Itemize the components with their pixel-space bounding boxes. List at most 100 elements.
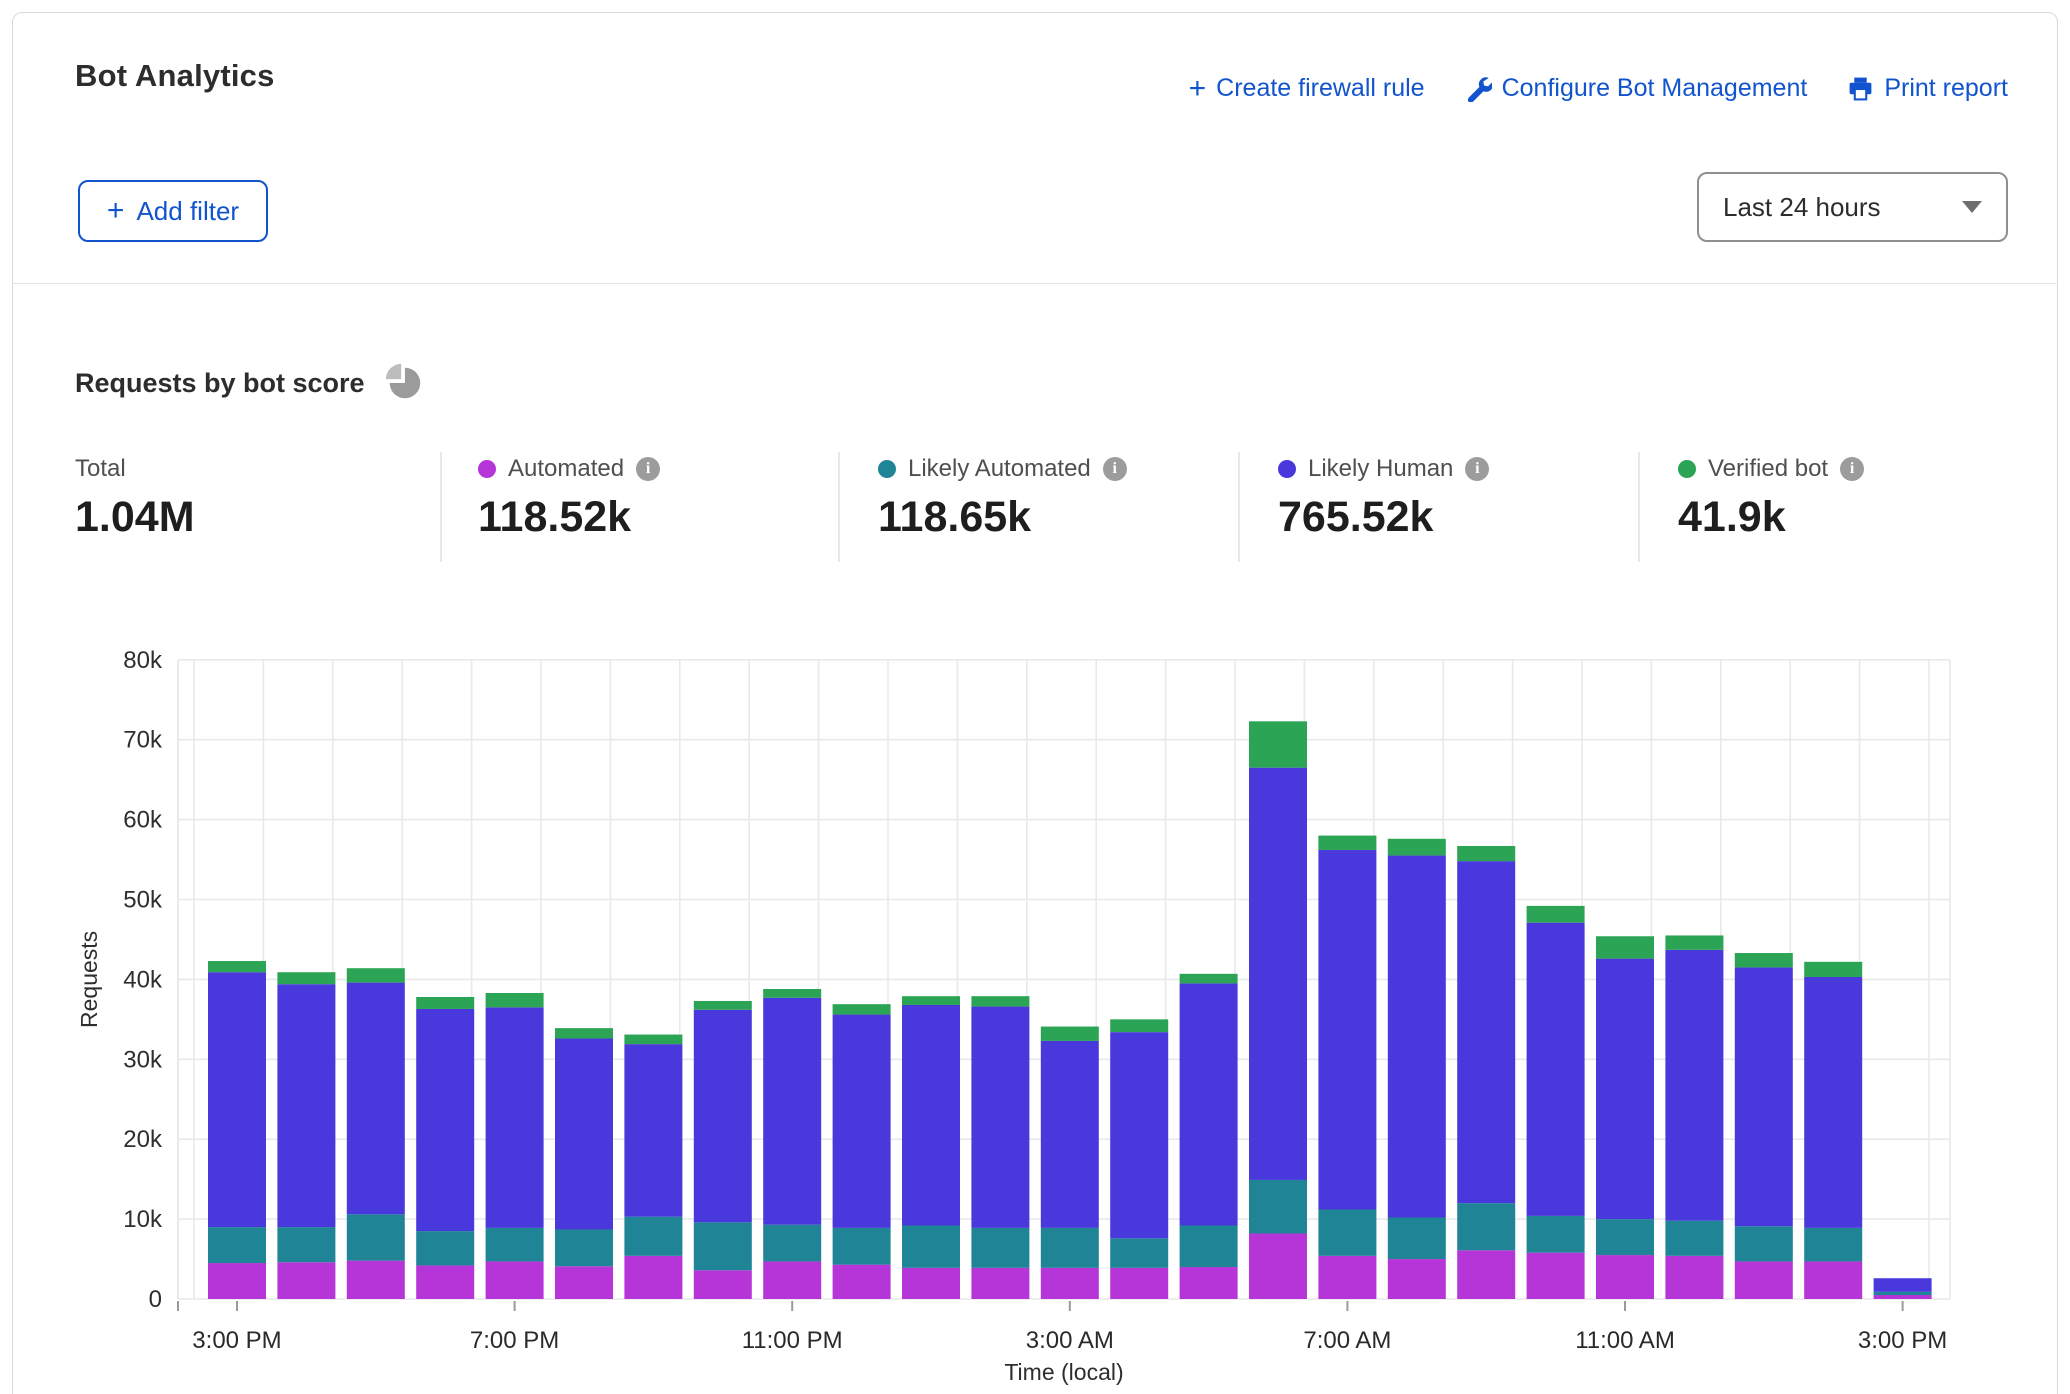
bar-segment-likely-automated[interactable] xyxy=(1527,1216,1585,1253)
bar-segment-automated[interactable] xyxy=(416,1265,474,1299)
bar-segment-likely-human[interactable] xyxy=(1874,1278,1932,1292)
bar-segment-likely-human[interactable] xyxy=(1110,1032,1168,1238)
bar-segment-automated[interactable] xyxy=(624,1256,682,1299)
bar-segment-likely-human[interactable] xyxy=(763,998,821,1225)
bar-segment-automated[interactable] xyxy=(1318,1256,1376,1299)
bar-segment-likely-human[interactable] xyxy=(347,983,405,1215)
add-filter-button[interactable]: + Add filter xyxy=(78,180,268,242)
bar-segment-likely-automated[interactable] xyxy=(347,1214,405,1260)
bar-segment-verified-bot[interactable] xyxy=(1041,1027,1099,1041)
bar-segment-verified-bot[interactable] xyxy=(1110,1019,1168,1032)
bar-segment-likely-human[interactable] xyxy=(1388,856,1446,1218)
bar-segment-verified-bot[interactable] xyxy=(277,972,335,984)
bar-segment-likely-human[interactable] xyxy=(416,1009,474,1231)
bar-segment-verified-bot[interactable] xyxy=(1457,846,1515,861)
bar-segment-likely-automated[interactable] xyxy=(1249,1180,1307,1234)
bar-segment-likely-human[interactable] xyxy=(277,984,335,1227)
bar-segment-verified-bot[interactable] xyxy=(1388,839,1446,856)
bar-segment-verified-bot[interactable] xyxy=(416,997,474,1009)
bar-segment-automated[interactable] xyxy=(1388,1259,1446,1299)
configure-bot-management-link[interactable]: Configure Bot Management xyxy=(1465,74,1808,103)
bar-segment-likely-automated[interactable] xyxy=(1041,1228,1099,1268)
bar-segment-automated[interactable] xyxy=(208,1263,266,1299)
bar-segment-likely-automated[interactable] xyxy=(1596,1219,1654,1255)
bar-segment-likely-human[interactable] xyxy=(1249,768,1307,1180)
bar-segment-likely-human[interactable] xyxy=(1804,977,1862,1228)
bar-segment-likely-automated[interactable] xyxy=(1874,1292,1932,1295)
bar-segment-likely-automated[interactable] xyxy=(277,1227,335,1262)
info-icon[interactable]: i xyxy=(1465,457,1489,481)
bar-segment-verified-bot[interactable] xyxy=(902,996,960,1005)
bar-segment-likely-automated[interactable] xyxy=(416,1231,474,1265)
bar-segment-likely-human[interactable] xyxy=(902,1005,960,1226)
bar-segment-automated[interactable] xyxy=(1665,1256,1723,1299)
bar-segment-likely-human[interactable] xyxy=(971,1007,1029,1228)
bar-segment-verified-bot[interactable] xyxy=(486,993,544,1007)
bar-segment-likely-automated[interactable] xyxy=(624,1217,682,1256)
bar-segment-automated[interactable] xyxy=(1735,1261,1793,1299)
bar-segment-likely-human[interactable] xyxy=(624,1044,682,1217)
bar-segment-likely-human[interactable] xyxy=(1527,923,1585,1216)
bar-segment-automated[interactable] xyxy=(833,1265,891,1299)
bar-segment-likely-automated[interactable] xyxy=(833,1228,891,1265)
bar-segment-automated[interactable] xyxy=(1527,1253,1585,1299)
bar-segment-likely-human[interactable] xyxy=(1596,959,1654,1219)
bar-segment-verified-bot[interactable] xyxy=(1804,962,1862,977)
bar-segment-likely-human[interactable] xyxy=(555,1039,613,1230)
bar-segment-verified-bot[interactable] xyxy=(208,961,266,972)
bar-segment-automated[interactable] xyxy=(1804,1261,1862,1299)
info-icon[interactable]: i xyxy=(1103,457,1127,481)
info-icon[interactable]: i xyxy=(636,457,660,481)
bar-segment-verified-bot[interactable] xyxy=(1249,721,1307,767)
bar-segment-automated[interactable] xyxy=(902,1268,960,1299)
bar-segment-likely-automated[interactable] xyxy=(1180,1225,1238,1267)
bar-segment-likely-human[interactable] xyxy=(1041,1041,1099,1228)
bar-segment-verified-bot[interactable] xyxy=(1665,935,1723,949)
bar-segment-likely-human[interactable] xyxy=(208,972,266,1227)
bar-segment-automated[interactable] xyxy=(555,1266,613,1299)
bar-segment-likely-automated[interactable] xyxy=(555,1229,613,1266)
bar-segment-automated[interactable] xyxy=(347,1261,405,1299)
bar-segment-likely-automated[interactable] xyxy=(902,1225,960,1267)
bar-segment-likely-automated[interactable] xyxy=(1735,1226,1793,1261)
bar-segment-verified-bot[interactable] xyxy=(694,1001,752,1010)
bar-segment-automated[interactable] xyxy=(1249,1233,1307,1299)
bar-segment-likely-automated[interactable] xyxy=(763,1225,821,1262)
bar-segment-automated[interactable] xyxy=(1596,1255,1654,1299)
bar-segment-likely-human[interactable] xyxy=(1457,861,1515,1203)
bar-segment-automated[interactable] xyxy=(763,1261,821,1299)
bar-segment-automated[interactable] xyxy=(1180,1267,1238,1299)
time-range-select[interactable]: Last 24 hours xyxy=(1697,172,2008,242)
bar-segment-verified-bot[interactable] xyxy=(833,1004,891,1014)
bar-segment-automated[interactable] xyxy=(1041,1268,1099,1299)
bar-segment-likely-human[interactable] xyxy=(1665,950,1723,1221)
bar-segment-verified-bot[interactable] xyxy=(1735,953,1793,967)
bar-segment-verified-bot[interactable] xyxy=(555,1028,613,1038)
bar-segment-likely-automated[interactable] xyxy=(1665,1221,1723,1256)
create-firewall-rule-link[interactable]: + Create firewall rule xyxy=(1189,74,1425,103)
bar-segment-automated[interactable] xyxy=(694,1270,752,1299)
bar-segment-verified-bot[interactable] xyxy=(347,968,405,982)
bar-segment-likely-automated[interactable] xyxy=(971,1228,1029,1268)
bar-segment-likely-human[interactable] xyxy=(1318,850,1376,1210)
bar-segment-verified-bot[interactable] xyxy=(971,996,1029,1006)
bar-segment-likely-automated[interactable] xyxy=(1318,1210,1376,1256)
bar-segment-automated[interactable] xyxy=(1110,1268,1168,1299)
bar-segment-likely-automated[interactable] xyxy=(1110,1238,1168,1268)
bar-segment-likely-human[interactable] xyxy=(833,1015,891,1228)
bar-segment-verified-bot[interactable] xyxy=(1180,974,1238,984)
bar-segment-likely-automated[interactable] xyxy=(1457,1203,1515,1250)
bar-segment-likely-automated[interactable] xyxy=(694,1222,752,1270)
bar-segment-verified-bot[interactable] xyxy=(1318,836,1376,850)
bar-segment-verified-bot[interactable] xyxy=(1596,936,1654,958)
bar-segment-likely-human[interactable] xyxy=(486,1007,544,1228)
bar-segment-automated[interactable] xyxy=(1457,1250,1515,1299)
print-report-link[interactable]: Print report xyxy=(1847,74,2008,103)
bar-segment-likely-automated[interactable] xyxy=(486,1228,544,1262)
info-icon[interactable]: i xyxy=(1840,457,1864,481)
bar-segment-likely-human[interactable] xyxy=(694,1010,752,1223)
bar-segment-automated[interactable] xyxy=(1874,1295,1932,1299)
bar-segment-likely-human[interactable] xyxy=(1180,983,1238,1225)
bar-segment-automated[interactable] xyxy=(277,1262,335,1299)
bar-segment-automated[interactable] xyxy=(486,1261,544,1299)
